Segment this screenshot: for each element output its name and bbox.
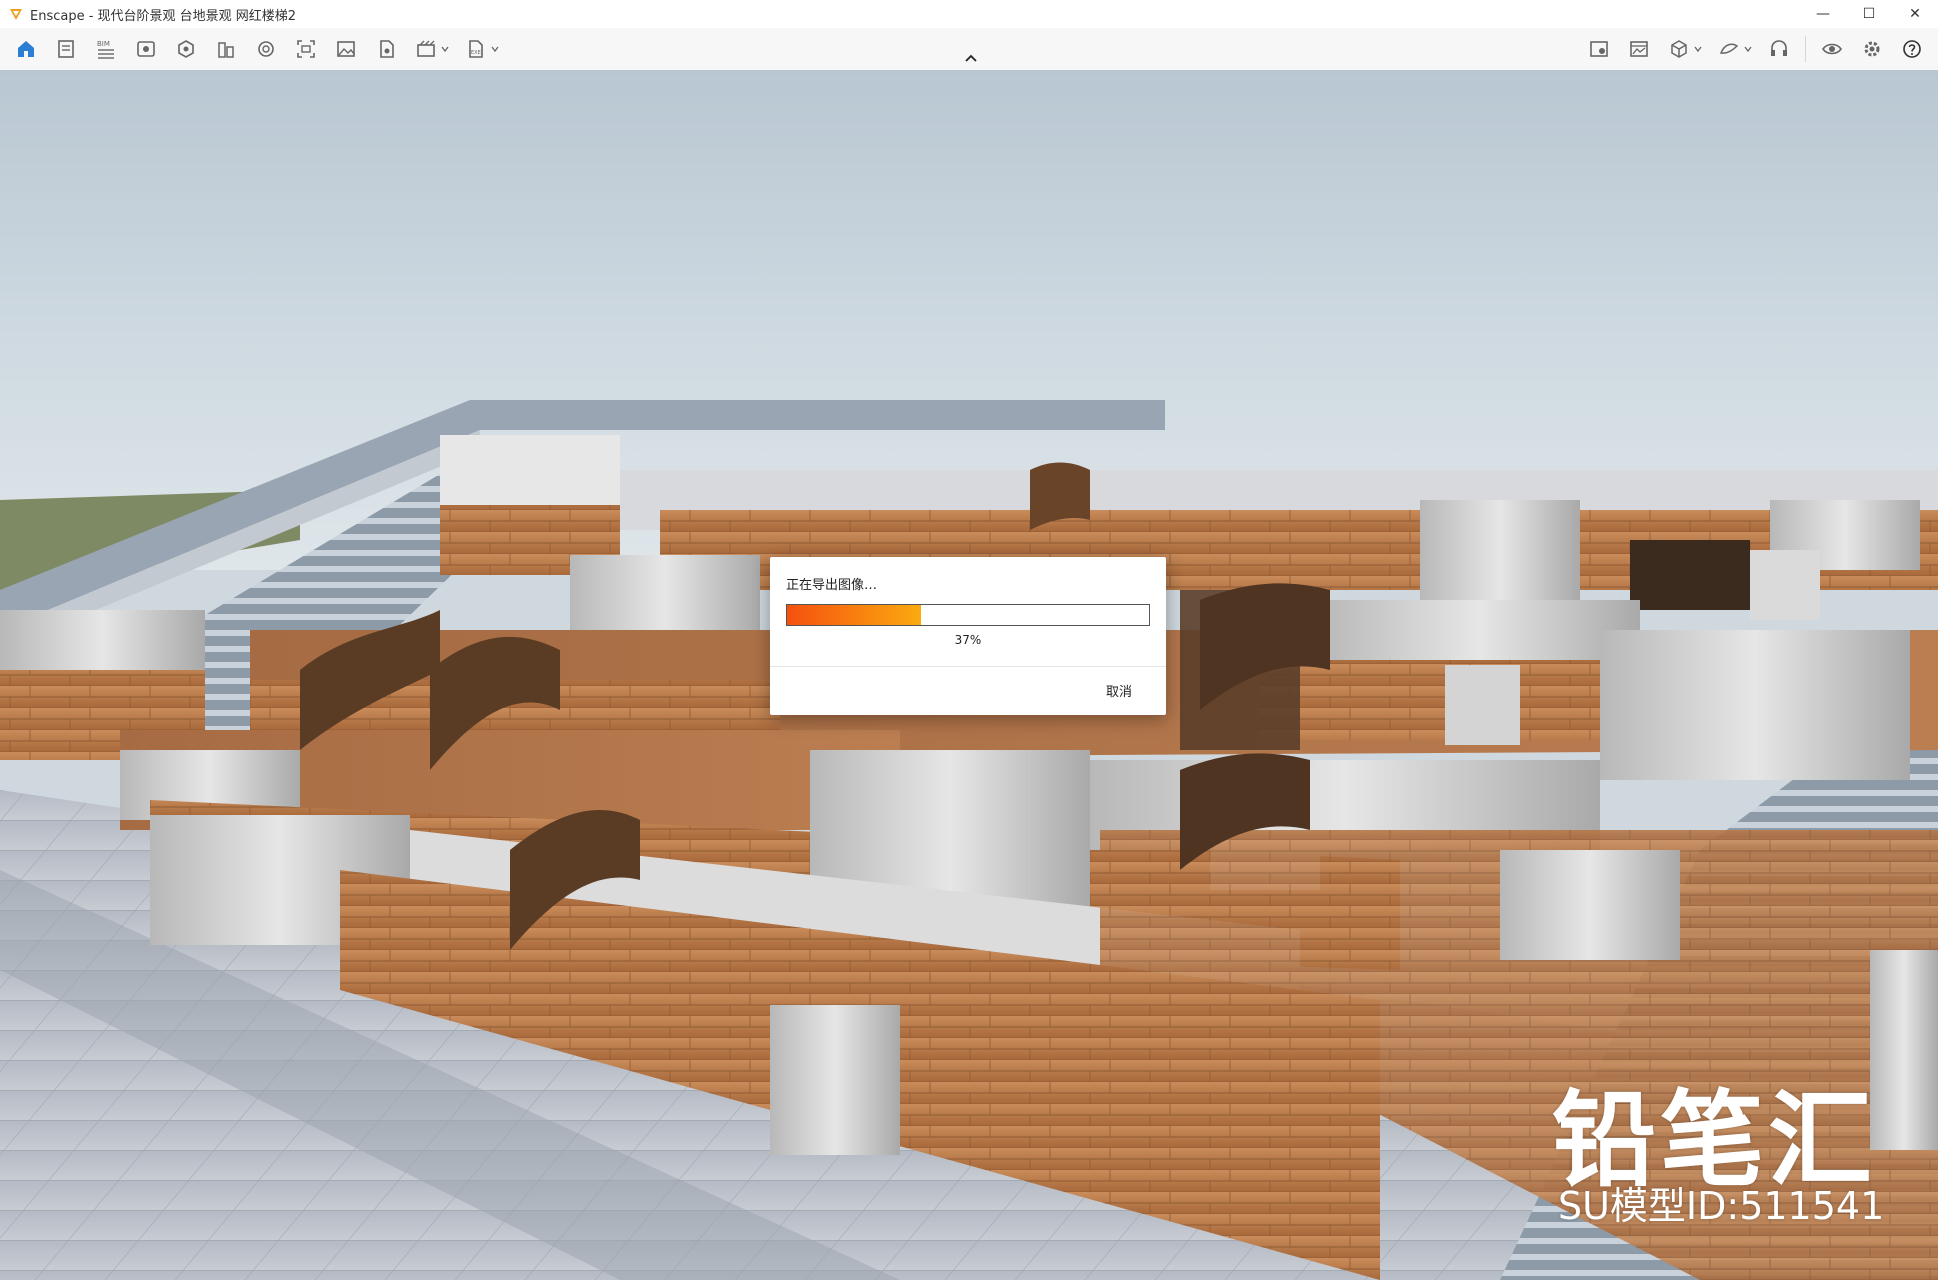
visual-settings-icon (1822, 43, 1842, 55)
close-button[interactable]: ✕ (1892, 0, 1938, 28)
render-button[interactable] (1625, 35, 1653, 63)
export-dropdown[interactable] (490, 35, 500, 63)
headset-button[interactable] (1765, 35, 1793, 63)
help-button[interactable] (1898, 35, 1926, 63)
minimize-button[interactable]: — (1800, 0, 1846, 28)
material-icon (1590, 41, 1608, 57)
settings-button[interactable] (1858, 35, 1886, 63)
material-editor-button[interactable] (1585, 35, 1613, 63)
headset-icon (1771, 40, 1787, 56)
chevron-down-icon (1744, 46, 1752, 53)
toolbar-left-group: BIM EXE (6, 28, 506, 70)
visual-settings-button[interactable] (1818, 35, 1846, 63)
vr-icon (258, 41, 274, 57)
bim-button[interactable]: BIM (92, 35, 120, 63)
export-exe-icon: EXE (469, 40, 483, 58)
capture-button[interactable] (172, 35, 200, 63)
enscape-logo-icon (10, 9, 22, 20)
title-bar: Enscape - 现代台阶景观 台地景观 网红楼梯2 — ☐ ✕ (0, 0, 1938, 28)
sketch-icon (1719, 43, 1739, 54)
asset-icon (380, 40, 394, 58)
progress-percent-label: 37% (954, 633, 982, 647)
toolbar-separator (1805, 36, 1806, 62)
collapse-toolbar-button[interactable] (960, 50, 982, 66)
settings-icon (1864, 41, 1880, 57)
sketch-dropdown[interactable] (1743, 35, 1753, 63)
toolbar-right-group (1579, 28, 1932, 70)
sketch-button[interactable] (1715, 35, 1743, 63)
export-progress-dialog: 正在导出图像… 37% 取消 (770, 557, 1166, 715)
chevron-up-icon (965, 54, 977, 62)
window-controls: — ☐ ✕ (1800, 0, 1938, 28)
cube-icon (1671, 40, 1687, 58)
video-icon (417, 40, 435, 57)
image-button[interactable] (332, 35, 360, 63)
export-exe-button[interactable]: EXE (462, 35, 490, 63)
window-title: Enscape - 现代台阶景观 台地景观 网红楼梯2 (30, 8, 297, 24)
progress-bar-fill (787, 605, 921, 625)
cube-button[interactable] (1665, 35, 1693, 63)
image-icon (337, 41, 355, 57)
watermark-model-id: SU模型ID:511541 (1558, 1184, 1885, 1228)
render-icon (1630, 41, 1648, 57)
dialog-title: 正在导出图像… (786, 578, 878, 593)
building-button[interactable] (212, 35, 240, 63)
chevron-down-icon (441, 46, 449, 53)
screenshot-icon (297, 40, 315, 58)
cube-dropdown[interactable] (1693, 35, 1703, 63)
home-icon (18, 41, 34, 57)
bim-icon: BIM (97, 40, 114, 59)
view-management-button[interactable] (132, 35, 160, 63)
svg-text:EXE: EXE (471, 50, 481, 56)
maximize-button[interactable]: ☐ (1846, 0, 1892, 28)
chevron-down-icon (1694, 46, 1702, 53)
video-dropdown[interactable] (440, 35, 450, 63)
notes-button[interactable] (52, 35, 80, 63)
screenshot-button[interactable] (292, 35, 320, 63)
help-icon (1903, 40, 1921, 58)
home-button[interactable] (12, 35, 40, 63)
cancel-button[interactable]: 取消 (1106, 681, 1132, 700)
vr-button[interactable] (252, 35, 280, 63)
progress-bar (786, 604, 1150, 626)
view-icon (137, 41, 155, 57)
notes-icon (58, 40, 74, 58)
svg-text:BIM: BIM (97, 40, 110, 48)
chevron-down-icon (491, 46, 499, 53)
capture-icon (178, 40, 194, 58)
video-button[interactable] (412, 35, 440, 63)
dialog-divider (770, 666, 1166, 667)
asset-library-button[interactable] (372, 35, 400, 63)
building-icon (218, 42, 234, 58)
